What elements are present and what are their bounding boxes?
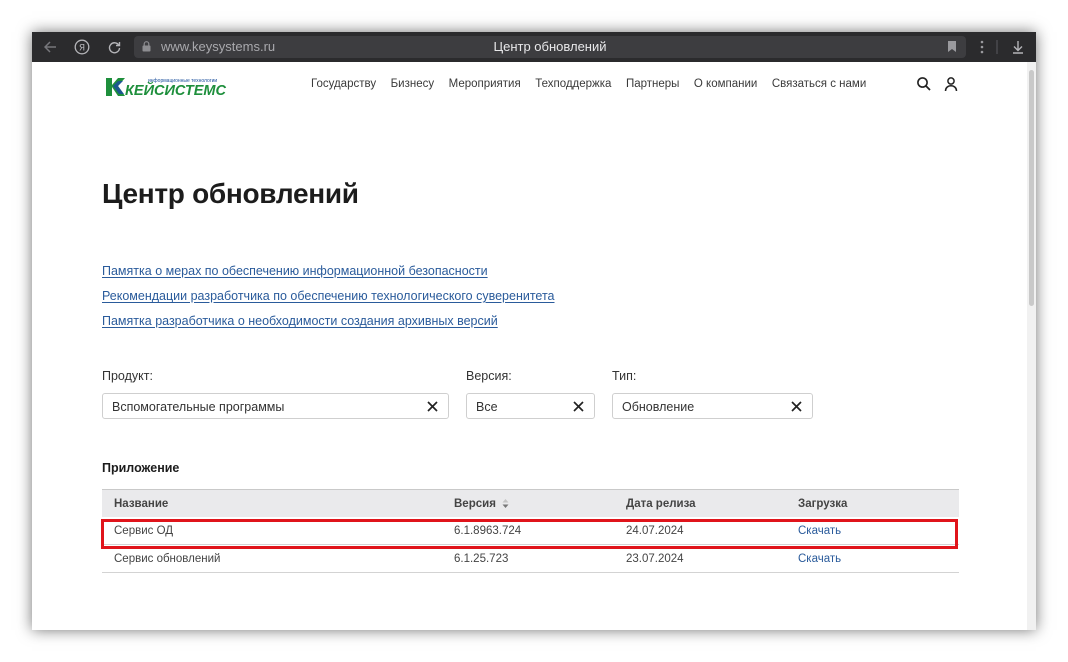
- link-archive-versions-memo[interactable]: Памятка разработчика о необходимости соз…: [102, 314, 498, 328]
- version-filter-label: Версия:: [466, 369, 512, 383]
- link-sovereignty-recommendations[interactable]: Рекомендации разработчика по обеспечению…: [102, 289, 555, 303]
- product-select-value: Вспомогательные программы: [112, 400, 285, 414]
- kebab-menu-icon[interactable]: [974, 32, 990, 62]
- company-logo[interactable]: информационные технологии КЕЙСИСТЕМС: [104, 76, 234, 103]
- type-select[interactable]: Обновление: [612, 393, 813, 419]
- reload-icon[interactable]: [104, 32, 124, 62]
- logo-name: КЕЙСИСТЕМС: [125, 81, 226, 98]
- type-filter-label: Тип:: [612, 369, 637, 383]
- yandex-icon[interactable]: Я: [72, 32, 92, 62]
- nav-item-government[interactable]: Государству: [311, 78, 376, 90]
- column-header-date[interactable]: Дата релиза: [626, 490, 696, 518]
- svg-text:Я: Я: [79, 44, 85, 54]
- browser-toolbar: Я www.keysystems.ru Центр обновлений: [32, 32, 1036, 62]
- toolbar-divider: [994, 32, 1000, 62]
- column-header-version-label: Версия: [454, 498, 496, 510]
- nav-item-business[interactable]: Бизнесу: [391, 78, 435, 90]
- product-filter-label: Продукт:: [102, 369, 153, 383]
- section-title: Приложение: [102, 461, 180, 475]
- nav-item-contact[interactable]: Связаться с нами: [772, 78, 866, 90]
- product-select[interactable]: Вспомогательные программы: [102, 393, 449, 419]
- version-select-value: Все: [476, 400, 498, 414]
- link-security-memo[interactable]: Памятка о мерах по обеспечению информаци…: [102, 264, 488, 278]
- table-header: Название Версия Дата релиза Загрузка: [102, 489, 959, 517]
- nav-item-partners[interactable]: Партнеры: [626, 78, 679, 90]
- nav-item-events[interactable]: Мероприятия: [449, 78, 521, 90]
- sort-icon[interactable]: [502, 499, 509, 508]
- arrow-left-icon[interactable]: [40, 32, 60, 62]
- close-icon[interactable]: [573, 401, 584, 412]
- download-icon[interactable]: [1008, 32, 1028, 62]
- row-version: 6.1.25.723: [454, 553, 509, 565]
- browser-window: Я www.keysystems.ru Центр обновлений инф…: [32, 32, 1036, 630]
- row-name: Сервис обновлений: [114, 553, 221, 565]
- download-link[interactable]: Скачать: [798, 545, 841, 573]
- page-scrollbar[interactable]: [1027, 62, 1036, 630]
- highlight-frame: [101, 519, 958, 549]
- page-tab-title: Центр обновлений: [493, 39, 607, 54]
- nav-item-about[interactable]: О компании: [694, 78, 757, 90]
- page-title: Центр обновлений: [102, 178, 359, 209]
- column-header-name[interactable]: Название: [114, 490, 168, 518]
- scrollbar-thumb[interactable]: [1029, 70, 1034, 306]
- user-icon[interactable]: [943, 76, 959, 92]
- address-bar[interactable]: www.keysystems.ru Центр обновлений: [134, 36, 966, 58]
- nav-item-support[interactable]: Техподдержка: [535, 78, 611, 90]
- version-select[interactable]: Все: [466, 393, 595, 419]
- close-icon[interactable]: [791, 401, 802, 412]
- type-select-value: Обновление: [622, 400, 695, 414]
- column-header-version[interactable]: Версия: [454, 490, 509, 518]
- close-icon[interactable]: [427, 401, 438, 412]
- bookmark-icon[interactable]: [948, 41, 956, 52]
- row-release-date: 23.07.2024: [626, 553, 684, 565]
- table-row: Сервис обновлений 6.1.25.723 23.07.2024 …: [102, 545, 959, 573]
- column-header-download: Загрузка: [798, 498, 848, 510]
- search-icon[interactable]: [916, 76, 932, 92]
- main-nav: Государству Бизнесу Мероприятия Техподде…: [311, 78, 881, 90]
